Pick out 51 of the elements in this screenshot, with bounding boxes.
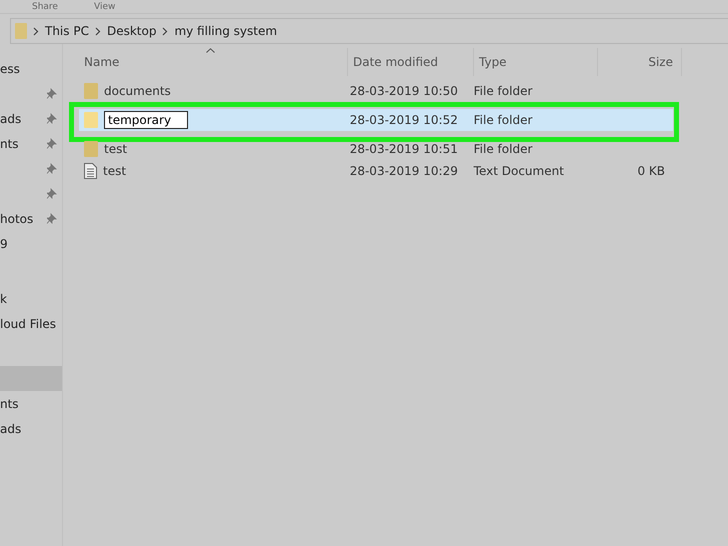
sidebar-item[interactable]: ess bbox=[0, 56, 62, 81]
sidebar-item[interactable]: hotos bbox=[0, 206, 62, 231]
pin-icon bbox=[47, 88, 57, 99]
column-header[interactable]: Name bbox=[79, 48, 348, 76]
pin-icon bbox=[47, 113, 57, 124]
rename-field[interactable]: temporary bbox=[104, 111, 188, 129]
breadcrumb-item[interactable]: This PC bbox=[45, 24, 89, 38]
folder-icon bbox=[84, 141, 98, 157]
file-type: File folder bbox=[474, 113, 532, 127]
pin-icon bbox=[47, 138, 57, 149]
file-row[interactable]: test 28-03-2019 10:29 Text Document 0 KB bbox=[79, 160, 673, 182]
pin-icon bbox=[47, 188, 57, 199]
ribbon-tab[interactable]: View bbox=[94, 1, 116, 13]
column-header[interactable]: Date modified bbox=[348, 48, 474, 76]
file-name: documents bbox=[104, 84, 171, 98]
sidebar-item[interactable]: nts bbox=[0, 391, 62, 416]
breadcrumb-item[interactable]: my filling system bbox=[174, 24, 278, 38]
breadcrumb-item[interactable]: Desktop bbox=[106, 24, 156, 38]
date-modified: 28-03-2019 10:52 bbox=[350, 113, 458, 127]
chevron-icon bbox=[162, 26, 168, 36]
folder-icon bbox=[84, 112, 98, 128]
document-icon bbox=[84, 163, 97, 179]
file-size: 0 KB bbox=[637, 164, 666, 178]
sidebar-item[interactable]: nts bbox=[0, 131, 62, 156]
chevron-icon bbox=[33, 26, 39, 36]
pin-icon bbox=[47, 213, 57, 224]
file-type: Text Document bbox=[474, 164, 564, 178]
address-bar[interactable]: This PC Desktop my filling system bbox=[10, 18, 728, 44]
sidebar-item[interactable]: ads bbox=[0, 416, 62, 441]
sidebar-item[interactable]: ads bbox=[0, 106, 62, 131]
date-modified: 28-03-2019 10:51 bbox=[350, 142, 458, 156]
sidebar-item[interactable]: loud Files bbox=[0, 311, 62, 336]
column-header[interactable]: Type bbox=[474, 48, 598, 76]
date-modified: 28-03-2019 10:29 bbox=[350, 164, 458, 178]
folder-icon bbox=[84, 83, 98, 99]
ribbon-tab[interactable]: Share bbox=[32, 1, 58, 13]
chevron-icon bbox=[94, 26, 101, 36]
file-name: test bbox=[103, 164, 126, 178]
file-row[interactable]: documents 28-03-2019 10:50 File folder bbox=[79, 80, 673, 102]
sidebar-item[interactable]: 9 bbox=[0, 231, 62, 256]
column-header[interactable]: Size bbox=[598, 48, 682, 76]
file-type: File folder bbox=[474, 142, 532, 156]
file-type: File folder bbox=[474, 84, 532, 98]
file-row[interactable]: temporary 28-03-2019 10:52 File folder bbox=[79, 109, 673, 131]
folder-icon bbox=[15, 23, 27, 39]
pin-icon bbox=[47, 163, 57, 174]
sidebar-item[interactable]: k bbox=[0, 286, 62, 311]
date-modified: 28-03-2019 10:50 bbox=[350, 84, 458, 98]
sort-caret-icon bbox=[206, 48, 215, 53]
file-row[interactable]: test 28-03-2019 10:51 File folder bbox=[79, 138, 673, 160]
file-name: test bbox=[104, 142, 128, 156]
